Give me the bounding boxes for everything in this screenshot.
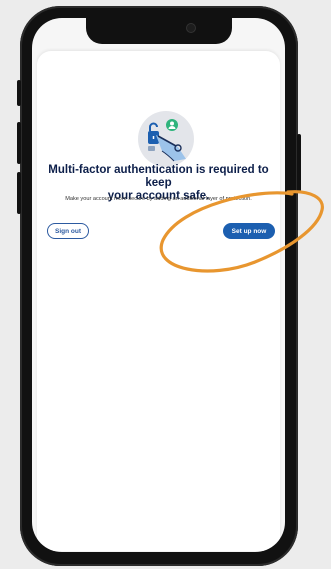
phone-notch (86, 18, 232, 44)
phone-side-button-left-1 (17, 80, 21, 106)
camera-dot (187, 24, 195, 32)
phone-side-button-left-2 (17, 122, 21, 164)
set-up-now-button[interactable]: Set up now (223, 223, 275, 239)
phone-side-button-left-3 (17, 172, 21, 214)
mfa-card (37, 51, 280, 551)
sign-out-button[interactable]: Sign out (47, 223, 89, 239)
mfa-illustration-icon (138, 111, 194, 167)
phone-side-button-right (297, 134, 301, 192)
mfa-subtitle: Make your account more secure by adding … (65, 196, 252, 202)
title-line-1: Multi-factor authentication is required … (48, 164, 269, 189)
phone-screen: Multi-factor authentication is required … (32, 18, 285, 552)
